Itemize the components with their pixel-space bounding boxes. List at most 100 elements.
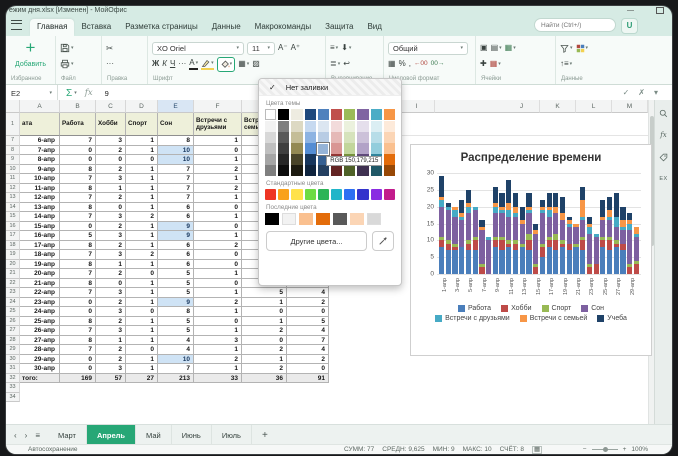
row-header-33[interactable]: 33 — [6, 383, 20, 393]
font-shrink-button[interactable]: A⁻ — [278, 43, 288, 53]
table-cell[interactable]: 1 — [194, 174, 242, 184]
stacked-bar[interactable] — [520, 207, 525, 274]
table-cell[interactable]: 10 — [158, 146, 194, 156]
theme-tint-swatch[interactable] — [278, 132, 289, 143]
stacked-bar[interactable] — [600, 200, 605, 274]
table-cell[interactable]: 36 — [242, 374, 287, 384]
table-cell[interactable]: 1 — [194, 136, 242, 146]
table-cell[interactable]: 0 — [60, 298, 96, 308]
table-cell[interactable]: 2 — [96, 355, 126, 365]
table-cell[interactable]: 2 — [96, 345, 126, 355]
table-cell[interactable]: 0 — [194, 146, 242, 156]
table-header-cell[interactable]: Встречи с друзьями — [194, 113, 242, 136]
theme-tint-swatch[interactable] — [265, 154, 276, 165]
stacked-bar[interactable] — [587, 217, 592, 274]
theme-color-swatch[interactable] — [357, 109, 368, 120]
standard-color-swatch[interactable] — [291, 189, 302, 200]
theme-tint-swatch[interactable] — [357, 132, 368, 143]
theme-tint-swatch[interactable] — [278, 143, 289, 154]
table-cell[interactable]: 5 — [158, 317, 194, 327]
theme-color-swatch[interactable] — [384, 109, 395, 120]
table-cell[interactable]: 1 — [126, 317, 158, 327]
insert-cells-button[interactable]: ▤▾ — [491, 43, 502, 53]
table-cell[interactable]: 3 — [96, 307, 126, 317]
stacked-bar[interactable] — [567, 217, 572, 274]
chart-frame[interactable]: Распределение времени 051015202530 1-апр… — [410, 144, 652, 356]
table-cell[interactable]: 1 — [126, 203, 158, 213]
table-cell[interactable]: 1 — [96, 336, 126, 346]
table-cell[interactable]: 1 — [126, 364, 158, 374]
table-cell[interactable]: 1 — [242, 317, 287, 327]
theme-tint-swatch[interactable] — [305, 121, 316, 132]
theme-tint-swatch[interactable] — [371, 132, 382, 143]
sort-button[interactable]: ↑≡▾ — [560, 59, 572, 69]
table-cell[interactable]: 3 — [96, 174, 126, 184]
table-cell[interactable]: 0 — [194, 317, 242, 327]
table-cell[interactable]: 16-апр — [20, 231, 60, 241]
filter-button[interactable]: ▾ — [560, 43, 573, 53]
recent-color-swatch[interactable] — [316, 213, 330, 225]
sheet-tab-Июнь[interactable]: Июнь — [172, 425, 212, 445]
table-cell[interactable]: 2 — [96, 298, 126, 308]
theme-tint-swatch[interactable] — [357, 121, 368, 132]
table-cell[interactable]: 27 — [126, 374, 158, 384]
theme-color-swatch[interactable] — [318, 109, 329, 120]
table-cell[interactable]: 23-апр — [20, 298, 60, 308]
table-cell[interactable]: 8 — [158, 136, 194, 146]
theme-tint-swatch[interactable] — [265, 143, 276, 154]
column-header-B[interactable]: B — [60, 100, 96, 113]
theme-color-swatch[interactable] — [305, 109, 316, 120]
row-header-23[interactable]: 23 — [6, 288, 20, 298]
table-cell[interactable]: 7 — [158, 165, 194, 175]
table-cell[interactable]: 9 — [158, 298, 194, 308]
table-cell[interactable]: 0 — [96, 279, 126, 289]
table-cell[interactable]: 5 — [158, 288, 194, 298]
stacked-bar[interactable] — [506, 180, 511, 274]
table-cell[interactable]: 8 — [60, 260, 96, 270]
sheet-list-icon[interactable]: ≡ — [35, 431, 40, 440]
table-cell[interactable]: 91 — [287, 374, 329, 384]
table-cell[interactable]: 1 — [194, 269, 242, 279]
column-header-K[interactable]: K — [540, 100, 576, 113]
theme-tint-swatch[interactable] — [331, 132, 342, 143]
table-cell[interactable]: 3 — [96, 288, 126, 298]
row-header-11[interactable]: 11 — [6, 174, 20, 184]
next-sheet-icon[interactable]: › — [25, 431, 28, 440]
wrap-text-button[interactable]: ↩ — [343, 59, 350, 69]
table-cell[interactable]: 1 — [194, 193, 242, 203]
stacked-bar[interactable] — [594, 234, 599, 274]
recent-color-swatch[interactable] — [367, 213, 381, 225]
stats-settings-icon[interactable]: ▦ — [532, 446, 542, 454]
prev-sheet-icon[interactable]: ‹ — [14, 431, 17, 440]
column-header-E[interactable]: E — [158, 100, 194, 113]
standard-color-swatch[interactable] — [278, 189, 289, 200]
row-header-30[interactable]: 30 — [6, 355, 20, 365]
functions-panel-icon[interactable]: fx — [655, 124, 672, 146]
theme-tint-swatch[interactable] — [384, 121, 395, 132]
standard-color-swatch[interactable] — [265, 189, 276, 200]
table-cell[interactable]: 7 — [60, 212, 96, 222]
table-cell[interactable]: 2 — [194, 355, 242, 365]
row-header-21[interactable]: 21 — [6, 269, 20, 279]
table-cell[interactable]: 14-апр — [20, 212, 60, 222]
table-cell[interactable]: 19-апр — [20, 260, 60, 270]
save-button[interactable]: ▾ — [60, 43, 74, 53]
table-cell[interactable]: 0 — [194, 260, 242, 270]
table-cell[interactable]: 1 — [126, 146, 158, 156]
table-cell[interactable]: 8 — [158, 307, 194, 317]
theme-tint-swatch[interactable] — [291, 121, 302, 132]
row-header-10[interactable]: 10 — [6, 165, 20, 175]
table-cell[interactable]: 1 — [126, 326, 158, 336]
column-header-J[interactable]: J — [504, 100, 540, 113]
table-header-cell[interactable]: ата — [20, 113, 60, 136]
minimize-button[interactable]: — — [627, 7, 634, 14]
table-cell[interactable]: 1 — [194, 288, 242, 298]
table-cell[interactable]: 6 — [158, 260, 194, 270]
theme-tint-swatch[interactable] — [371, 121, 382, 132]
row-header-24[interactable]: 24 — [6, 298, 20, 308]
table-cell[interactable]: 0 — [96, 203, 126, 213]
table-cell[interactable]: 4 — [158, 336, 194, 346]
table-cell[interactable]: 0 — [287, 364, 329, 374]
table-cell[interactable]: 1 — [194, 231, 242, 241]
sheet-tab-Июль[interactable]: Июль — [212, 425, 252, 445]
